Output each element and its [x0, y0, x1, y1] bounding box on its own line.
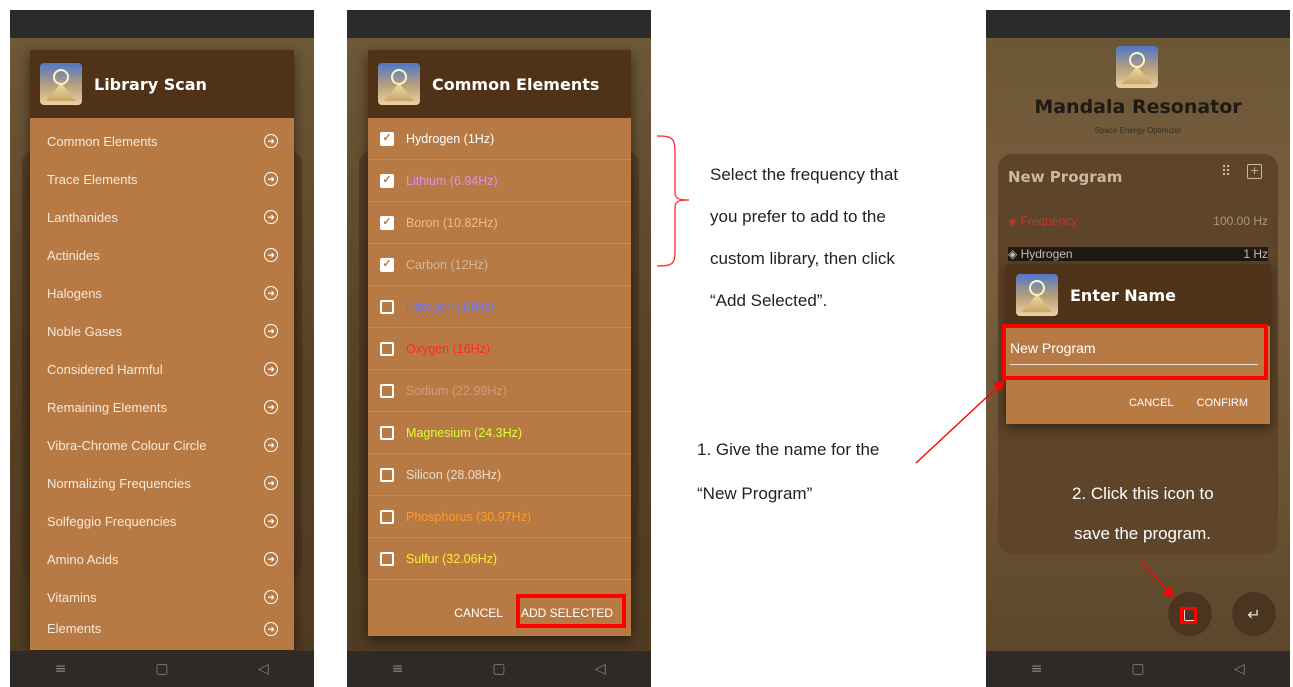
arrow-to-name-input [915, 380, 1006, 464]
annotation-arrows [915, 380, 1174, 599]
arrow-to-save-button [1141, 561, 1174, 599]
